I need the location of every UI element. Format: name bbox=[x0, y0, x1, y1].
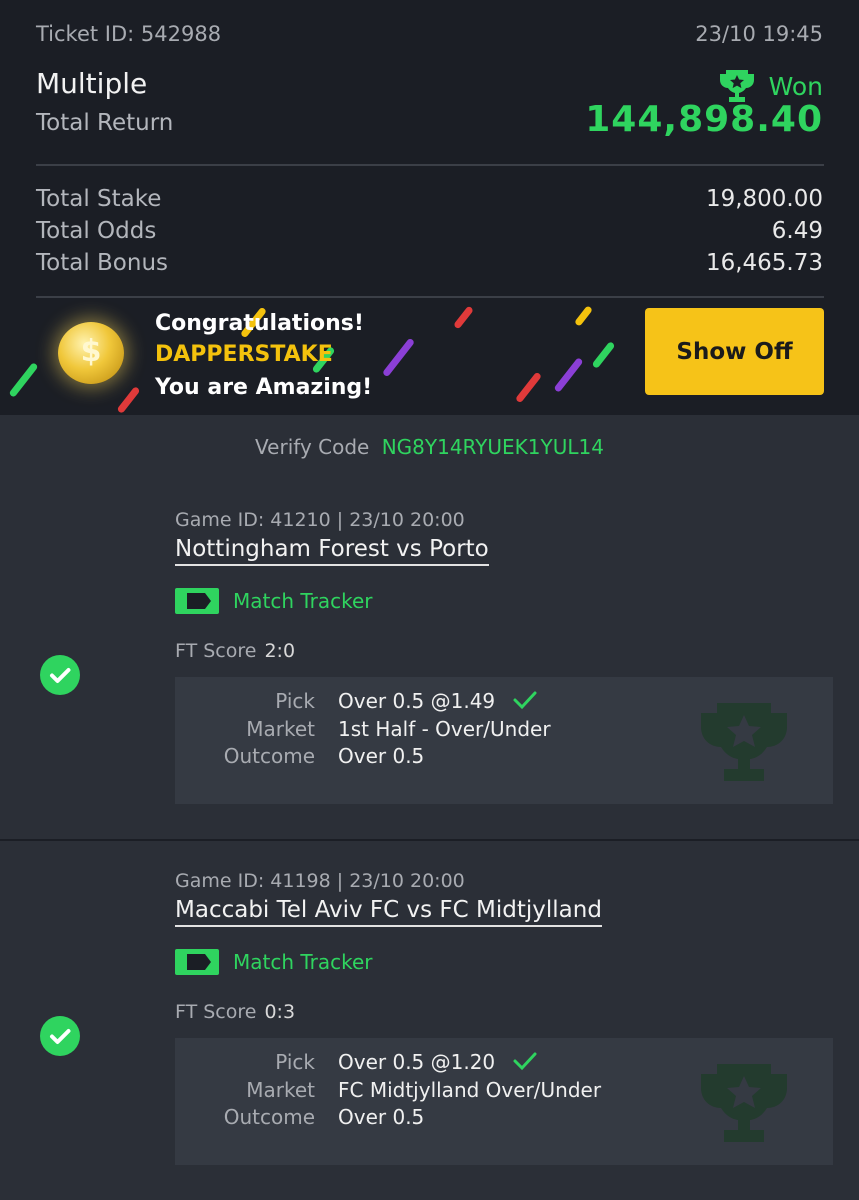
ticket-id: Ticket ID: 542988 bbox=[36, 22, 222, 46]
total-return-label: Total Return bbox=[36, 110, 174, 136]
confetti-streak bbox=[591, 341, 616, 369]
total-return-value: 144,898.40 bbox=[585, 99, 823, 140]
market-value: 1st Half - Over/Under bbox=[338, 717, 551, 741]
trophy-watermark-icon bbox=[701, 1064, 787, 1142]
check-icon bbox=[40, 1016, 80, 1056]
game-meta: Game ID: 41198 | 23/10 20:00 bbox=[175, 870, 465, 892]
ticket-header: Ticket ID: 542988 23/10 19:45 Multiple T… bbox=[0, 0, 859, 415]
won-label: Won bbox=[768, 71, 823, 101]
trophy-watermark-icon bbox=[701, 703, 787, 781]
total-bonus-value: 16,465.73 bbox=[705, 250, 823, 276]
confetti-streak bbox=[453, 305, 474, 330]
divider bbox=[36, 164, 824, 166]
bet-type: Multiple bbox=[36, 67, 148, 100]
confetti-streak bbox=[514, 371, 543, 404]
match-title[interactable]: Maccabi Tel Aviv FC vs FC Midtjylland bbox=[175, 897, 602, 927]
amazing-text: You are Amazing! bbox=[155, 375, 373, 400]
market-label: Market bbox=[246, 717, 315, 741]
game-card: Game ID: 41210 | 23/10 20:00 Nottingham … bbox=[0, 480, 859, 839]
game-card: Game ID: 41198 | 23/10 20:00 Maccabi Tel… bbox=[0, 841, 859, 1200]
outcome-value: Over 0.5 bbox=[338, 744, 425, 768]
pick-row: Over 0.5 @1.49 bbox=[338, 689, 538, 713]
total-stake-label: Total Stake bbox=[36, 186, 162, 212]
verify-code-value[interactable]: NG8Y14RYUEK1YUL14 bbox=[382, 435, 604, 459]
ft-score: FT Score 0:3 bbox=[175, 1001, 295, 1023]
selection-details: Pick Over 0.5 @1.49 Market 1st Half - Ov… bbox=[175, 677, 833, 804]
username: DAPPERSTAKE bbox=[155, 342, 333, 367]
total-odds-value: 6.49 bbox=[771, 218, 823, 244]
ft-score-label: FT Score bbox=[175, 640, 257, 662]
confetti-streak bbox=[116, 386, 141, 414]
total-stake-value: 19,800.00 bbox=[705, 186, 823, 212]
confetti-streak bbox=[553, 357, 584, 393]
pick-value: Over 0.5 @1.20 bbox=[338, 1050, 496, 1074]
match-tracker-link[interactable]: Match Tracker bbox=[175, 949, 373, 975]
outcome-value: Over 0.5 bbox=[338, 1105, 425, 1129]
confetti-streak bbox=[381, 337, 416, 378]
verify-code-label: Verify Code bbox=[255, 435, 370, 459]
ticket-date: 23/10 19:45 bbox=[695, 22, 823, 46]
pick-value: Over 0.5 @1.49 bbox=[338, 689, 496, 713]
match-tracker-link[interactable]: Match Tracker bbox=[175, 588, 373, 614]
match-tracker-label: Match Tracker bbox=[233, 589, 373, 613]
game-meta: Game ID: 41210 | 23/10 20:00 bbox=[175, 509, 465, 531]
selection-details: Pick Over 0.5 @1.20 Market FC Midtjyllan… bbox=[175, 1038, 833, 1165]
tracker-icon bbox=[175, 588, 219, 614]
outcome-label: Outcome bbox=[223, 1105, 315, 1129]
check-icon bbox=[40, 655, 80, 695]
divider bbox=[36, 296, 824, 298]
total-bonus-label: Total Bonus bbox=[36, 250, 169, 276]
ft-score: FT Score 2:0 bbox=[175, 640, 295, 662]
show-off-button[interactable]: Show Off bbox=[645, 308, 824, 395]
match-tracker-label: Match Tracker bbox=[233, 950, 373, 974]
pick-label: Pick bbox=[275, 689, 315, 713]
match-title[interactable]: Nottingham Forest vs Porto bbox=[175, 536, 489, 566]
ft-score-value: 0:3 bbox=[264, 1001, 296, 1023]
pick-label: Pick bbox=[275, 1050, 315, 1074]
checkmark-icon bbox=[513, 1052, 537, 1071]
outcome-label: Outcome bbox=[223, 744, 315, 768]
confetti-streak bbox=[8, 362, 39, 398]
market-value: FC Midtjylland Over/Under bbox=[338, 1078, 602, 1102]
ft-score-label: FT Score bbox=[175, 1001, 257, 1023]
checkmark-icon bbox=[513, 691, 537, 710]
total-odds-label: Total Odds bbox=[36, 218, 157, 244]
congrats-text: Congratulations! bbox=[155, 311, 364, 336]
ft-score-value: 2:0 bbox=[264, 640, 296, 662]
confetti-streak bbox=[573, 305, 594, 327]
coin-icon: $ bbox=[58, 322, 124, 384]
market-label: Market bbox=[246, 1078, 315, 1102]
verify-code-bar: Verify Code NG8Y14RYUEK1YUL14 bbox=[0, 415, 859, 480]
pick-row: Over 0.5 @1.20 bbox=[338, 1050, 538, 1074]
tracker-icon bbox=[175, 949, 219, 975]
